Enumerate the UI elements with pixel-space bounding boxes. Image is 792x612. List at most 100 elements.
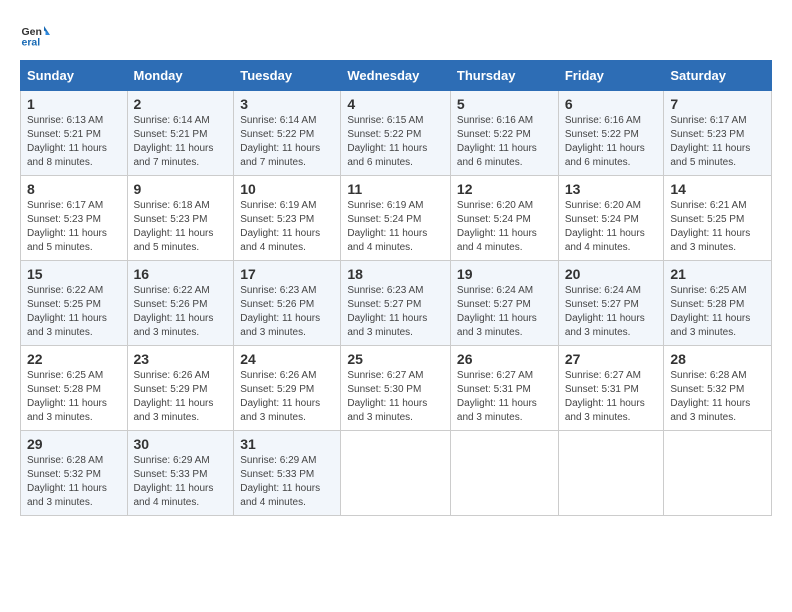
day-info: Sunrise: 6:22 AM Sunset: 5:26 PM Dayligh… bbox=[134, 284, 228, 340]
calendar-cell: 18 Sunrise: 6:23 AM Sunset: 5:27 PM Dayl… bbox=[341, 261, 451, 346]
day-info: Sunrise: 6:27 AM Sunset: 5:31 PM Dayligh… bbox=[457, 369, 552, 425]
day-number: 11 bbox=[347, 181, 444, 197]
day-number: 22 bbox=[27, 351, 121, 367]
day-number: 30 bbox=[134, 436, 228, 452]
calendar-cell: 16 Sunrise: 6:22 AM Sunset: 5:26 PM Dayl… bbox=[127, 261, 234, 346]
day-info: Sunrise: 6:22 AM Sunset: 5:25 PM Dayligh… bbox=[27, 284, 121, 340]
day-info: Sunrise: 6:27 AM Sunset: 5:31 PM Dayligh… bbox=[565, 369, 658, 425]
day-number: 9 bbox=[134, 181, 228, 197]
day-info: Sunrise: 6:15 AM Sunset: 5:22 PM Dayligh… bbox=[347, 114, 444, 170]
day-number: 5 bbox=[457, 96, 552, 112]
day-info: Sunrise: 6:19 AM Sunset: 5:23 PM Dayligh… bbox=[240, 199, 334, 255]
day-info: Sunrise: 6:26 AM Sunset: 5:29 PM Dayligh… bbox=[240, 369, 334, 425]
day-number: 10 bbox=[240, 181, 334, 197]
day-number: 8 bbox=[27, 181, 121, 197]
day-info: Sunrise: 6:27 AM Sunset: 5:30 PM Dayligh… bbox=[347, 369, 444, 425]
calendar-cell: 1 Sunrise: 6:13 AM Sunset: 5:21 PM Dayli… bbox=[21, 91, 128, 176]
day-number: 29 bbox=[27, 436, 121, 452]
calendar-cell: 30 Sunrise: 6:29 AM Sunset: 5:33 PM Dayl… bbox=[127, 431, 234, 516]
day-number: 7 bbox=[670, 96, 765, 112]
day-info: Sunrise: 6:28 AM Sunset: 5:32 PM Dayligh… bbox=[27, 454, 121, 510]
day-info: Sunrise: 6:13 AM Sunset: 5:21 PM Dayligh… bbox=[27, 114, 121, 170]
day-header: Sunday bbox=[21, 61, 128, 91]
page-header: Gen eral bbox=[20, 20, 772, 50]
day-info: Sunrise: 6:17 AM Sunset: 5:23 PM Dayligh… bbox=[670, 114, 765, 170]
day-number: 2 bbox=[134, 96, 228, 112]
day-info: Sunrise: 6:24 AM Sunset: 5:27 PM Dayligh… bbox=[565, 284, 658, 340]
calendar-cell: 11 Sunrise: 6:19 AM Sunset: 5:24 PM Dayl… bbox=[341, 176, 451, 261]
calendar-week-row: 29 Sunrise: 6:28 AM Sunset: 5:32 PM Dayl… bbox=[21, 431, 772, 516]
day-number: 24 bbox=[240, 351, 334, 367]
calendar-cell: 23 Sunrise: 6:26 AM Sunset: 5:29 PM Dayl… bbox=[127, 346, 234, 431]
day-header: Friday bbox=[558, 61, 664, 91]
calendar-cell: 17 Sunrise: 6:23 AM Sunset: 5:26 PM Dayl… bbox=[234, 261, 341, 346]
day-header: Monday bbox=[127, 61, 234, 91]
day-header: Saturday bbox=[664, 61, 772, 91]
calendar-cell: 20 Sunrise: 6:24 AM Sunset: 5:27 PM Dayl… bbox=[558, 261, 664, 346]
calendar-cell: 24 Sunrise: 6:26 AM Sunset: 5:29 PM Dayl… bbox=[234, 346, 341, 431]
day-number: 26 bbox=[457, 351, 552, 367]
day-info: Sunrise: 6:23 AM Sunset: 5:26 PM Dayligh… bbox=[240, 284, 334, 340]
day-number: 27 bbox=[565, 351, 658, 367]
day-number: 6 bbox=[565, 96, 658, 112]
logo-icon: Gen eral bbox=[20, 20, 50, 50]
calendar-header-row: SundayMondayTuesdayWednesdayThursdayFrid… bbox=[21, 61, 772, 91]
day-info: Sunrise: 6:14 AM Sunset: 5:22 PM Dayligh… bbox=[240, 114, 334, 170]
day-number: 1 bbox=[27, 96, 121, 112]
calendar-cell: 22 Sunrise: 6:25 AM Sunset: 5:28 PM Dayl… bbox=[21, 346, 128, 431]
calendar-cell: 19 Sunrise: 6:24 AM Sunset: 5:27 PM Dayl… bbox=[450, 261, 558, 346]
calendar-cell: 31 Sunrise: 6:29 AM Sunset: 5:33 PM Dayl… bbox=[234, 431, 341, 516]
calendar-cell: 21 Sunrise: 6:25 AM Sunset: 5:28 PM Dayl… bbox=[664, 261, 772, 346]
day-info: Sunrise: 6:17 AM Sunset: 5:23 PM Dayligh… bbox=[27, 199, 121, 255]
calendar-cell: 10 Sunrise: 6:19 AM Sunset: 5:23 PM Dayl… bbox=[234, 176, 341, 261]
day-number: 13 bbox=[565, 181, 658, 197]
day-info: Sunrise: 6:20 AM Sunset: 5:24 PM Dayligh… bbox=[565, 199, 658, 255]
calendar-cell: 5 Sunrise: 6:16 AM Sunset: 5:22 PM Dayli… bbox=[450, 91, 558, 176]
day-number: 14 bbox=[670, 181, 765, 197]
day-number: 21 bbox=[670, 266, 765, 282]
calendar-cell: 9 Sunrise: 6:18 AM Sunset: 5:23 PM Dayli… bbox=[127, 176, 234, 261]
svg-text:eral: eral bbox=[22, 37, 41, 49]
day-number: 17 bbox=[240, 266, 334, 282]
day-number: 19 bbox=[457, 266, 552, 282]
calendar-cell: 29 Sunrise: 6:28 AM Sunset: 5:32 PM Dayl… bbox=[21, 431, 128, 516]
day-info: Sunrise: 6:18 AM Sunset: 5:23 PM Dayligh… bbox=[134, 199, 228, 255]
calendar-week-row: 1 Sunrise: 6:13 AM Sunset: 5:21 PM Dayli… bbox=[21, 91, 772, 176]
day-number: 28 bbox=[670, 351, 765, 367]
calendar-week-row: 8 Sunrise: 6:17 AM Sunset: 5:23 PM Dayli… bbox=[21, 176, 772, 261]
calendar-cell: 4 Sunrise: 6:15 AM Sunset: 5:22 PM Dayli… bbox=[341, 91, 451, 176]
day-info: Sunrise: 6:23 AM Sunset: 5:27 PM Dayligh… bbox=[347, 284, 444, 340]
calendar-cell: 12 Sunrise: 6:20 AM Sunset: 5:24 PM Dayl… bbox=[450, 176, 558, 261]
calendar-cell: 2 Sunrise: 6:14 AM Sunset: 5:21 PM Dayli… bbox=[127, 91, 234, 176]
calendar-cell bbox=[450, 431, 558, 516]
calendar-cell: 28 Sunrise: 6:28 AM Sunset: 5:32 PM Dayl… bbox=[664, 346, 772, 431]
calendar-cell bbox=[341, 431, 451, 516]
day-number: 3 bbox=[240, 96, 334, 112]
calendar-week-row: 15 Sunrise: 6:22 AM Sunset: 5:25 PM Dayl… bbox=[21, 261, 772, 346]
day-header: Tuesday bbox=[234, 61, 341, 91]
day-number: 15 bbox=[27, 266, 121, 282]
day-number: 20 bbox=[565, 266, 658, 282]
calendar-cell: 6 Sunrise: 6:16 AM Sunset: 5:22 PM Dayli… bbox=[558, 91, 664, 176]
calendar-cell: 14 Sunrise: 6:21 AM Sunset: 5:25 PM Dayl… bbox=[664, 176, 772, 261]
calendar-cell: 27 Sunrise: 6:27 AM Sunset: 5:31 PM Dayl… bbox=[558, 346, 664, 431]
calendar-cell: 13 Sunrise: 6:20 AM Sunset: 5:24 PM Dayl… bbox=[558, 176, 664, 261]
calendar-cell bbox=[664, 431, 772, 516]
calendar-week-row: 22 Sunrise: 6:25 AM Sunset: 5:28 PM Dayl… bbox=[21, 346, 772, 431]
day-number: 12 bbox=[457, 181, 552, 197]
day-info: Sunrise: 6:25 AM Sunset: 5:28 PM Dayligh… bbox=[27, 369, 121, 425]
day-info: Sunrise: 6:19 AM Sunset: 5:24 PM Dayligh… bbox=[347, 199, 444, 255]
day-info: Sunrise: 6:16 AM Sunset: 5:22 PM Dayligh… bbox=[565, 114, 658, 170]
logo: Gen eral bbox=[20, 20, 54, 50]
day-info: Sunrise: 6:26 AM Sunset: 5:29 PM Dayligh… bbox=[134, 369, 228, 425]
day-info: Sunrise: 6:20 AM Sunset: 5:24 PM Dayligh… bbox=[457, 199, 552, 255]
day-number: 25 bbox=[347, 351, 444, 367]
calendar-cell: 8 Sunrise: 6:17 AM Sunset: 5:23 PM Dayli… bbox=[21, 176, 128, 261]
day-info: Sunrise: 6:21 AM Sunset: 5:25 PM Dayligh… bbox=[670, 199, 765, 255]
calendar-cell bbox=[558, 431, 664, 516]
day-number: 23 bbox=[134, 351, 228, 367]
day-header: Wednesday bbox=[341, 61, 451, 91]
day-number: 4 bbox=[347, 96, 444, 112]
day-header: Thursday bbox=[450, 61, 558, 91]
day-number: 16 bbox=[134, 266, 228, 282]
